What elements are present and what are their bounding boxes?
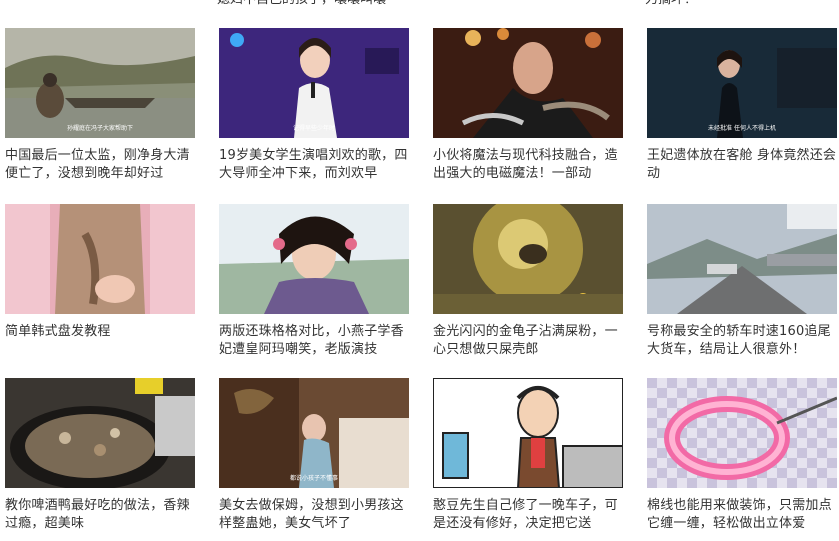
video-title[interactable]: 19岁美女学生演唱刘欢的歌，四大导师全冲下来，而刘欢早 <box>219 147 411 183</box>
video-title-partial[interactable]: 媳妇不自己的孩子，嚷嚷叫嚷 <box>217 0 417 8</box>
video-caption: 都说小孩子不懂事 <box>289 475 338 482</box>
video-thumbnail[interactable] <box>647 204 837 314</box>
video-thumbnail[interactable] <box>5 378 195 488</box>
video-title[interactable]: 憨豆先生自己修了一晚车子，可是还没有修好，决定把它送 <box>433 497 625 533</box>
video-title[interactable]: 两版还珠格格对比，小燕子学香妃遭皇阿玛嘲笑，老版演技 <box>219 323 411 359</box>
video-thumbnail[interactable]: 记得早些少年时 <box>219 28 409 138</box>
video-title[interactable]: 简单韩式盘发教程 <box>5 323 197 359</box>
video-thumbnail[interactable] <box>433 378 623 488</box>
video-card[interactable]: 都说小孩子不懂事 美女去做保姆，没想到小男孩这样整蛊她，美女气坏了 <box>219 378 419 533</box>
video-card[interactable]: 教你啤酒鸭最好吃的做法，香辣过瘾，超美味 <box>5 378 205 533</box>
video-card[interactable]: 小伙将魔法与现代科技融合，造出强大的电磁魔法！一部动 <box>433 28 633 183</box>
video-title[interactable]: 美女去做保姆，没想到小男孩这样整蛊她，美女气坏了 <box>219 497 411 533</box>
video-thumbnail[interactable] <box>219 204 409 314</box>
video-caption: 孙耀庭在冯子大家帮助下 <box>66 125 133 132</box>
video-title[interactable]: 棉线也能用来做装饰，只需加点它缠一缠，轻松做出立体爱 <box>647 497 839 533</box>
video-thumbnail[interactable]: 孙耀庭在冯子大家帮助下 <box>5 28 195 138</box>
video-card[interactable]: 两版还珠格格对比，小燕子学香妃遭皇阿玛嘲笑，老版演技 <box>219 204 419 359</box>
video-thumbnail[interactable] <box>5 204 195 314</box>
video-title[interactable]: 王妃遗体放在客舱 身体竟然还会动 <box>647 147 839 183</box>
video-thumbnail[interactable] <box>433 28 623 138</box>
video-thumbnail[interactable]: 都说小孩子不懂事 <box>219 378 409 488</box>
video-card[interactable]: 孙耀庭在冯子大家帮助下 中国最后一位太监，刚净身大清便亡了，没想到晚年却好过 <box>5 28 205 183</box>
video-caption: 记得早些少年时 <box>292 125 335 132</box>
video-title[interactable]: 中国最后一位太监，刚净身大清便亡了，没想到晚年却好过 <box>5 147 197 183</box>
video-card[interactable]: 未经批准 任何人不得上机 王妃遗体放在客舱 身体竟然还会动 <box>647 28 839 183</box>
video-title[interactable]: 教你啤酒鸭最好吃的做法，香辣过瘾，超美味 <box>5 497 197 533</box>
video-title[interactable]: 金光闪闪的金龟子沾满屎粉，一心只想做只屎壳郎 <box>433 323 625 359</box>
video-caption: 未经批准 任何人不得上机 <box>708 125 776 132</box>
video-title-partial[interactable]: 力搞坏！ <box>645 0 839 8</box>
video-thumbnail[interactable] <box>433 204 623 314</box>
video-card[interactable]: 记得早些少年时 19岁美女学生演唱刘欢的歌，四大导师全冲下来，而刘欢早 <box>219 28 419 183</box>
video-card[interactable]: 号称最安全的轿车时速160追尾大货车，结局让人很意外！ <box>647 204 839 359</box>
video-grid-page: 媳妇不自己的孩子，嚷嚷叫嚷 力搞坏！ 孙耀庭在冯子大家帮助下 中国最后一位太监，… <box>0 0 839 541</box>
video-card[interactable]: 金光闪闪的金龟子沾满屎粉，一心只想做只屎壳郎 <box>433 204 633 359</box>
video-title[interactable]: 小伙将魔法与现代科技融合，造出强大的电磁魔法！一部动 <box>433 147 625 183</box>
video-card[interactable]: 简单韩式盘发教程 <box>5 204 205 359</box>
video-thumbnail[interactable] <box>647 378 837 488</box>
video-card[interactable]: 憨豆先生自己修了一晚车子，可是还没有修好，决定把它送 <box>433 378 633 533</box>
video-title[interactable]: 号称最安全的轿车时速160追尾大货车，结局让人很意外！ <box>647 323 839 359</box>
video-thumbnail[interactable]: 未经批准 任何人不得上机 <box>647 28 837 138</box>
video-card[interactable]: 棉线也能用来做装饰，只需加点它缠一缠，轻松做出立体爱 <box>647 378 839 533</box>
